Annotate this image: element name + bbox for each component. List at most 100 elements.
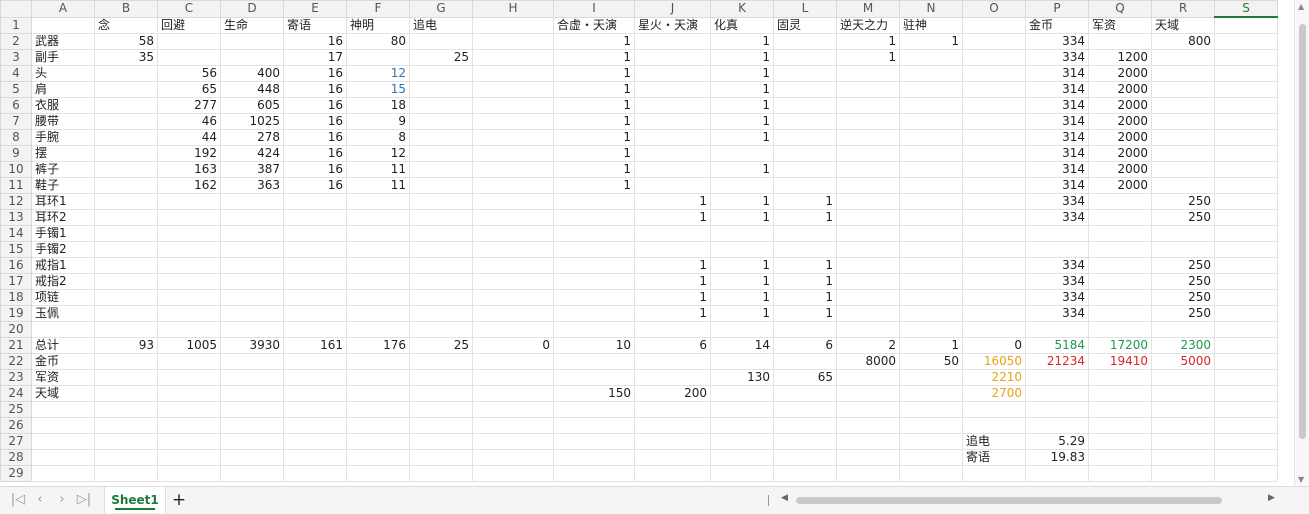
cell-s12[interactable] <box>1214 193 1278 210</box>
cell-o6[interactable] <box>962 97 1026 114</box>
vertical-scroll-thumb[interactable] <box>1299 24 1306 439</box>
cell-j14[interactable] <box>634 225 711 242</box>
cell-d15[interactable] <box>220 241 284 258</box>
cell-f18[interactable] <box>346 289 410 306</box>
cell-a1[interactable] <box>31 16 95 34</box>
cell-j20[interactable] <box>634 321 711 338</box>
cell-l2[interactable] <box>773 33 837 50</box>
cell-a16[interactable]: 戒指1 <box>31 257 95 274</box>
row-header[interactable]: 15 <box>0 241 32 258</box>
cell-j22[interactable] <box>634 353 711 370</box>
cell-e8[interactable]: 16 <box>283 129 347 146</box>
cell-h5[interactable] <box>472 81 554 98</box>
cell-b3[interactable]: 35 <box>94 49 158 66</box>
cell-c7[interactable]: 46 <box>157 113 221 130</box>
cell-i15[interactable] <box>553 241 635 258</box>
add-sheet-button[interactable]: + <box>170 490 188 510</box>
cell-b19[interactable] <box>94 305 158 322</box>
cell-f9[interactable]: 12 <box>346 145 410 162</box>
scroll-right-icon[interactable]: ▶ <box>1268 493 1275 503</box>
cell-g3[interactable]: 25 <box>409 49 473 66</box>
row-header[interactable]: 17 <box>0 273 32 290</box>
cell-e22[interactable] <box>283 353 347 370</box>
cell-r23[interactable] <box>1151 369 1215 386</box>
cell-s1[interactable] <box>1214 16 1278 34</box>
cell-g19[interactable] <box>409 305 473 322</box>
cell-l9[interactable] <box>773 145 837 162</box>
cell-j8[interactable] <box>634 129 711 146</box>
cell-b4[interactable] <box>94 65 158 82</box>
cell-h8[interactable] <box>472 129 554 146</box>
cell-l15[interactable] <box>773 241 837 258</box>
cell-o11[interactable] <box>962 177 1026 194</box>
cell-i1[interactable]: 合虚・天演 <box>553 16 635 34</box>
cell-e17[interactable] <box>283 273 347 290</box>
row-header[interactable]: 7 <box>0 113 32 130</box>
cell-s28[interactable] <box>1214 449 1278 466</box>
cell-k20[interactable] <box>710 321 774 338</box>
cell-o17[interactable] <box>962 273 1026 290</box>
cell-o28[interactable]: 寄语 <box>962 449 1026 466</box>
cell-s26[interactable] <box>1214 417 1278 434</box>
cell-e19[interactable] <box>283 305 347 322</box>
cell-i3[interactable]: 1 <box>553 49 635 66</box>
cell-m12[interactable] <box>836 193 900 210</box>
scroll-left-icon[interactable]: ◀ <box>781 493 788 503</box>
cell-m19[interactable] <box>836 305 900 322</box>
cell-k8[interactable]: 1 <box>710 129 774 146</box>
cell-s2[interactable] <box>1214 33 1278 50</box>
last-sheet-icon[interactable]: ▷| <box>76 491 92 509</box>
row-header[interactable]: 23 <box>0 369 32 386</box>
cell-k25[interactable] <box>710 401 774 418</box>
cell-g28[interactable] <box>409 449 473 466</box>
cell-b16[interactable] <box>94 257 158 274</box>
cell-s10[interactable] <box>1214 161 1278 178</box>
cell-a25[interactable] <box>31 401 95 418</box>
cell-p5[interactable]: 314 <box>1025 81 1089 98</box>
cell-c2[interactable] <box>157 33 221 50</box>
cell-n21[interactable]: 1 <box>899 337 963 354</box>
cell-s13[interactable] <box>1214 209 1278 226</box>
cell-b21[interactable]: 93 <box>94 337 158 354</box>
cell-n29[interactable] <box>899 465 963 482</box>
cell-n26[interactable] <box>899 417 963 434</box>
cell-i29[interactable] <box>553 465 635 482</box>
cell-p24[interactable] <box>1025 385 1089 402</box>
cell-k13[interactable]: 1 <box>710 209 774 226</box>
cell-c13[interactable] <box>157 209 221 226</box>
cell-q6[interactable]: 2000 <box>1088 97 1152 114</box>
cell-a13[interactable]: 耳环2 <box>31 209 95 226</box>
cell-s20[interactable] <box>1214 321 1278 338</box>
cell-l12[interactable]: 1 <box>773 193 837 210</box>
cell-f26[interactable] <box>346 417 410 434</box>
cell-c10[interactable]: 163 <box>157 161 221 178</box>
cell-o26[interactable] <box>962 417 1026 434</box>
cell-h6[interactable] <box>472 97 554 114</box>
cell-p12[interactable]: 334 <box>1025 193 1089 210</box>
cell-q21[interactable]: 17200 <box>1088 337 1152 354</box>
cell-s16[interactable] <box>1214 257 1278 274</box>
cell-b8[interactable] <box>94 129 158 146</box>
cell-h2[interactable] <box>472 33 554 50</box>
cell-c24[interactable] <box>157 385 221 402</box>
cell-d27[interactable] <box>220 433 284 450</box>
cell-d29[interactable] <box>220 465 284 482</box>
cell-p4[interactable]: 314 <box>1025 65 1089 82</box>
cell-c28[interactable] <box>157 449 221 466</box>
cell-f19[interactable] <box>346 305 410 322</box>
cell-f17[interactable] <box>346 273 410 290</box>
cell-p28[interactable]: 19.83 <box>1025 449 1089 466</box>
cell-q22[interactable]: 19410 <box>1088 353 1152 370</box>
cell-r16[interactable]: 250 <box>1151 257 1215 274</box>
row-header[interactable]: 13 <box>0 209 32 226</box>
cell-d19[interactable] <box>220 305 284 322</box>
cell-l10[interactable] <box>773 161 837 178</box>
cell-a20[interactable] <box>31 321 95 338</box>
cell-i18[interactable] <box>553 289 635 306</box>
column-header-s[interactable]: S <box>1214 0 1278 18</box>
cell-d3[interactable] <box>220 49 284 66</box>
cell-f28[interactable] <box>346 449 410 466</box>
cell-h16[interactable] <box>472 257 554 274</box>
cell-k26[interactable] <box>710 417 774 434</box>
row-header[interactable]: 10 <box>0 161 32 178</box>
